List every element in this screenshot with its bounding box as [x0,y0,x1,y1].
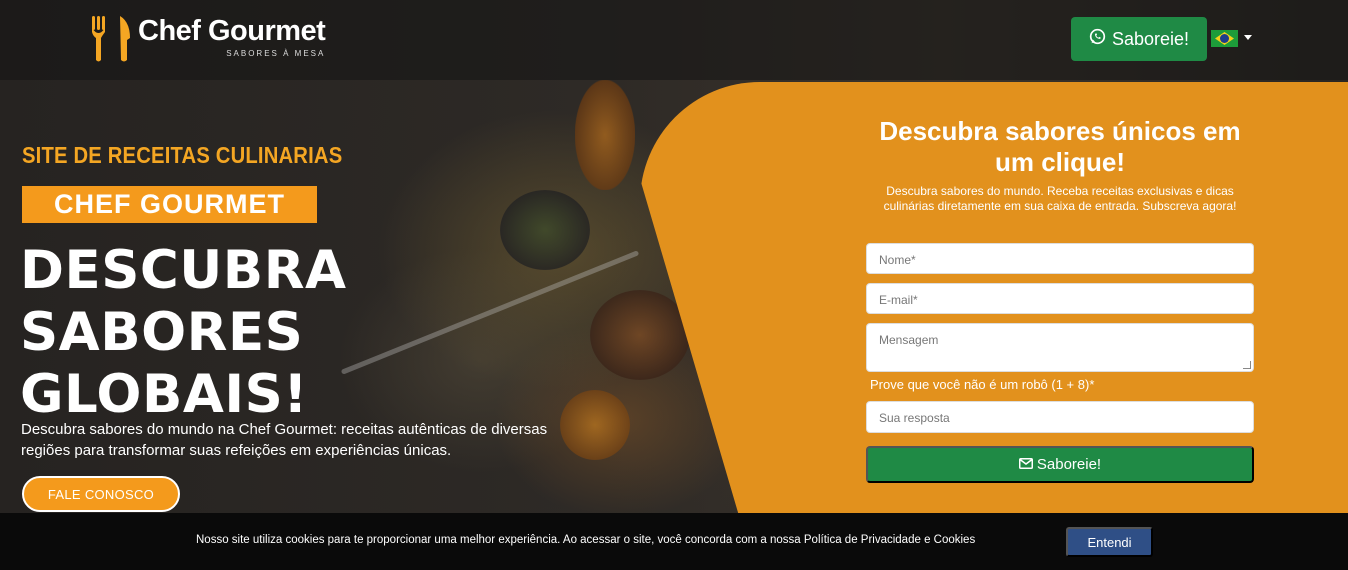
cookie-accept-button[interactable]: Entendi [1066,527,1153,557]
resize-handle-icon[interactable] [1243,361,1251,369]
hero-subtitle: SITE DE RECEITAS CULINARIAS [22,142,343,168]
fork-knife-icon [90,14,132,64]
logo-name: Chef Gourmet [138,15,326,47]
whatsapp-button-label: Saboreie! [1111,28,1190,49]
chevron-down-icon[interactable] [1244,35,1252,40]
food-decoration [590,290,690,380]
whatsapp-icon [1089,28,1106,50]
food-decoration [575,80,635,190]
hero-headline: DESCUBRA SABORES GLOBAIS! [20,240,347,426]
headline-line: DESCUBRA [20,240,347,301]
hero-badge: CHEF GOURMET [22,186,317,223]
name-field[interactable]: Nome* [866,243,1254,274]
form-description: Descubra sabores do mundo. Receba receit… [883,184,1237,213]
form-title: Descubra sabores únicos em um clique! [879,116,1241,177]
submit-button[interactable]: Saboreie! [866,446,1254,483]
captcha-answer-field[interactable]: Sua resposta [866,401,1254,433]
hero-description: Descubra sabores do mundo na Chef Gourme… [21,421,548,459]
site-header: Chef Gourmet SABORES À MESA Saboreie! [0,0,1348,80]
logo-tagline: SABORES À MESA [226,49,326,58]
email-field[interactable]: E-mail* [866,283,1254,314]
logo[interactable]: Chef Gourmet SABORES À MESA [90,14,326,64]
food-decoration [500,190,590,270]
envelope-icon [1018,456,1033,473]
whatsapp-button[interactable]: Saboreie! [1071,17,1207,61]
cookie-text: Nosso site utiliza cookies para te propo… [196,534,976,546]
headline-line: SABORES [20,302,304,363]
headline-line: GLOBAIS! [20,364,308,425]
message-field[interactable]: Mensagem [866,323,1254,372]
contact-button[interactable]: FALE CONOSCO [22,476,180,512]
brazil-flag-icon[interactable] [1211,30,1238,47]
message-placeholder: Mensagem [879,333,939,347]
captcha-label: Prove que você não é um robô (1 + 8)* [870,377,1095,392]
submit-button-label: Saboreie! [1036,456,1102,473]
